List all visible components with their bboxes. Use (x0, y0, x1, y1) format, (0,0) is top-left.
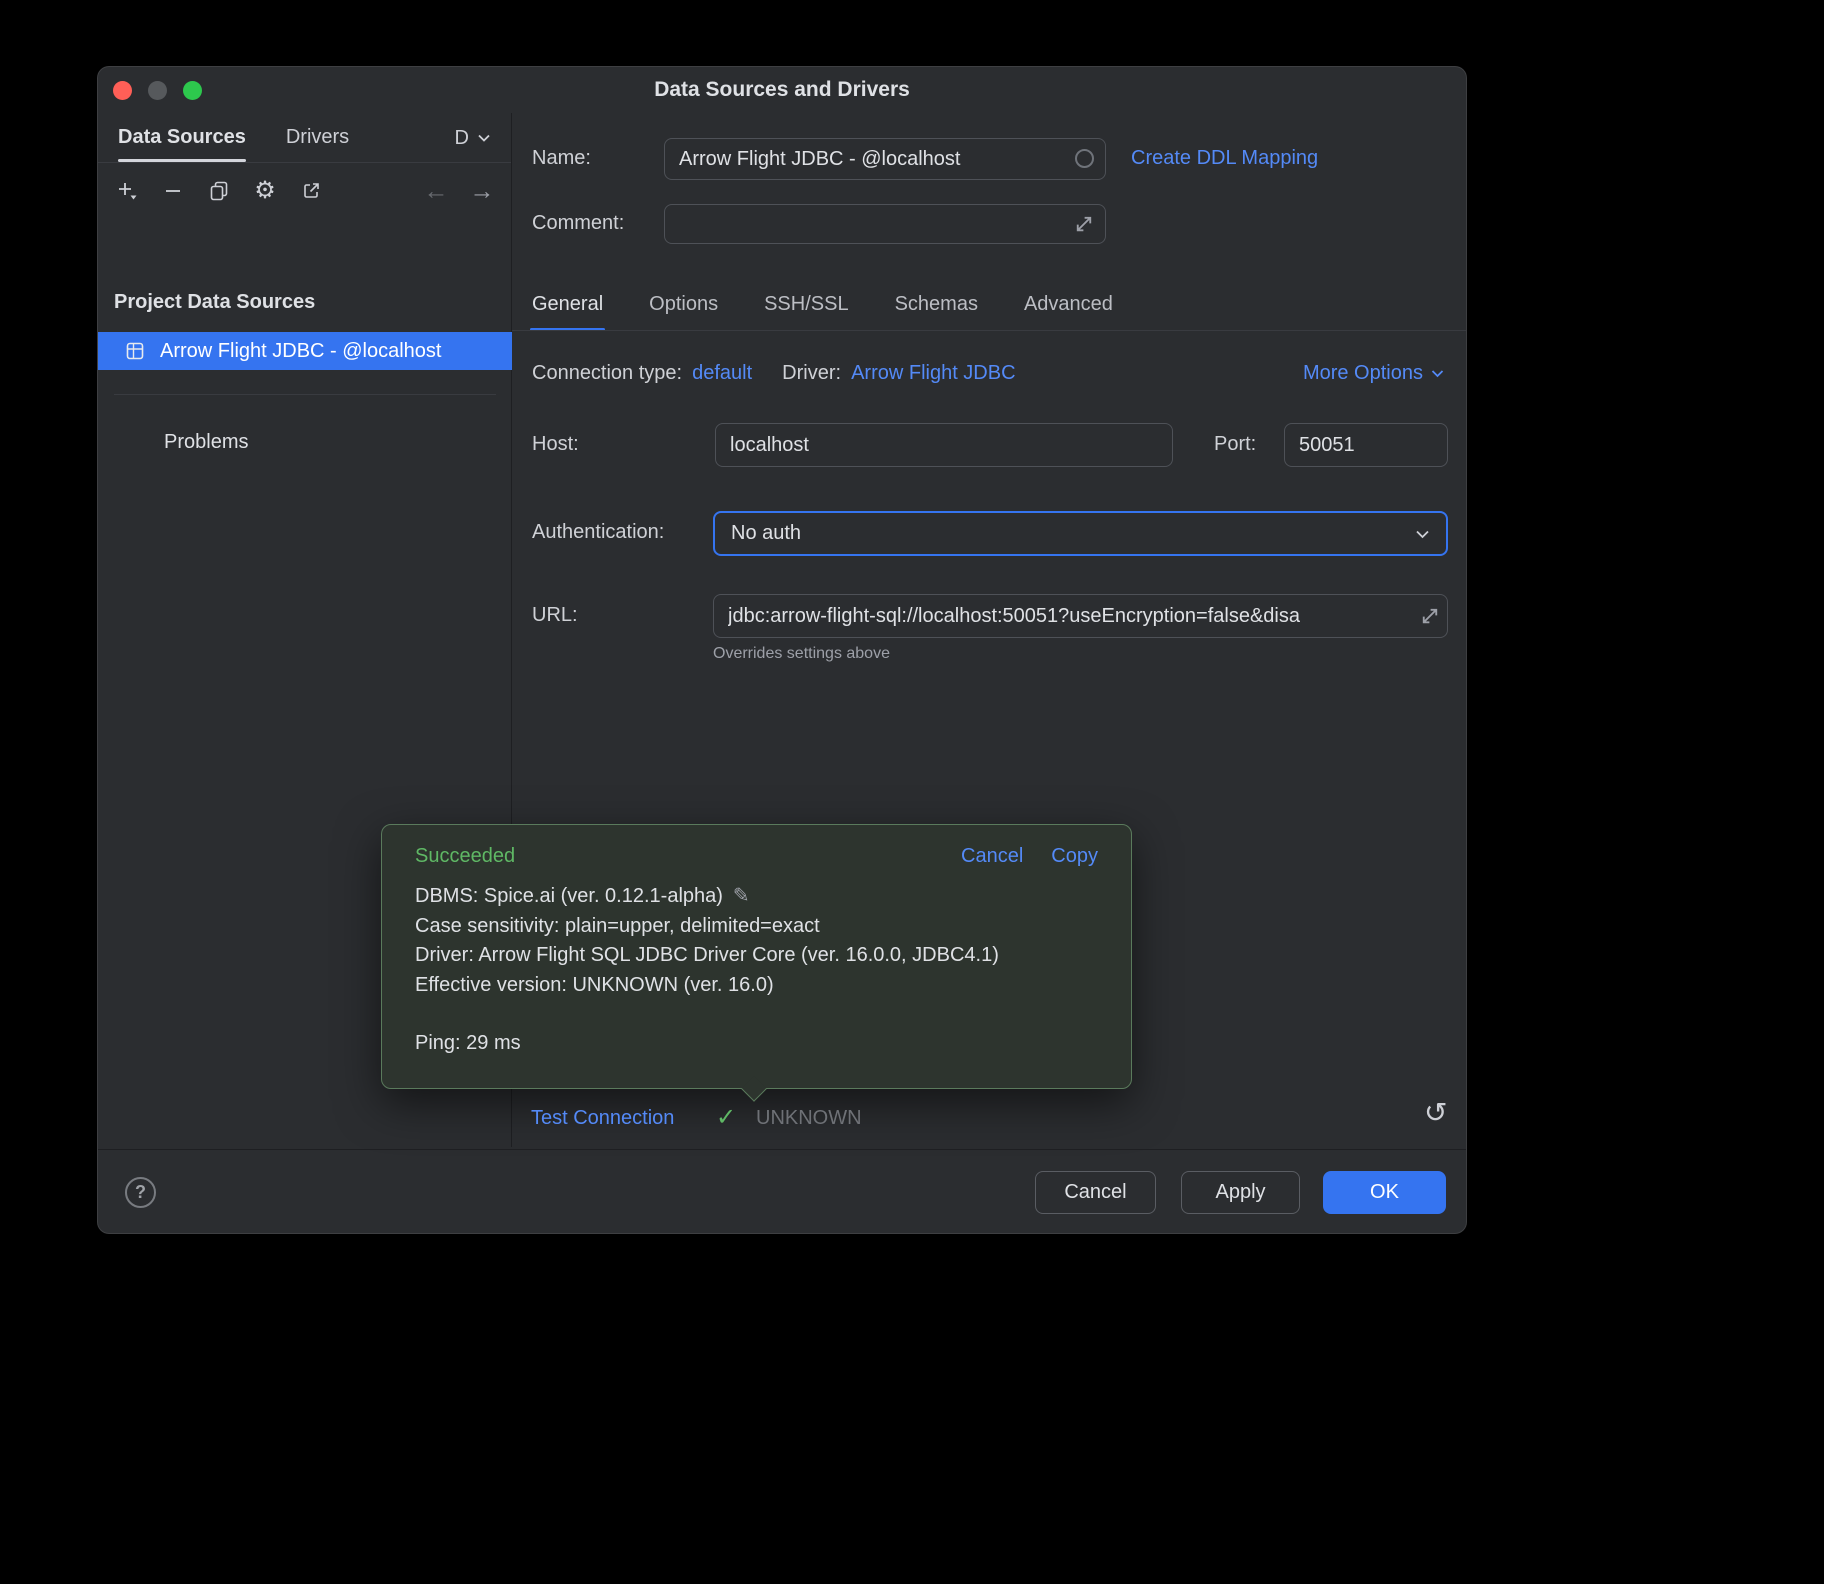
chevron-down-icon (1431, 369, 1444, 378)
cancel-button[interactable]: Cancel (1035, 1171, 1156, 1214)
url-label: URL: (532, 604, 578, 627)
settings-tabs: General Options SSH/SSL Schemas Advanced (532, 281, 1113, 331)
titlebar[interactable]: Data Sources and Drivers (98, 67, 1466, 113)
more-options-button[interactable]: More Options (1303, 362, 1444, 385)
driver-value[interactable]: Arrow Flight JDBC (851, 362, 1015, 385)
host-label: Host: (532, 433, 579, 456)
popup-spacer (415, 1000, 1098, 1029)
ping-line: Ping: 29 ms (415, 1029, 1098, 1059)
comment-input[interactable] (664, 204, 1106, 244)
test-connection-popup: Succeeded Cancel Copy DBMS: Spice.ai (ve… (381, 824, 1132, 1089)
tab-schemas[interactable]: Schemas (895, 281, 978, 331)
connection-type-label: Connection type: (532, 362, 682, 385)
popup-copy-link[interactable]: Copy (1051, 845, 1098, 868)
footer-divider (98, 1149, 1466, 1150)
plus-icon (116, 180, 138, 202)
url-input[interactable] (713, 594, 1448, 638)
project-data-sources-header: Project Data Sources (114, 291, 315, 314)
window-title: Data Sources and Drivers (98, 67, 1466, 113)
help-button[interactable]: ? (125, 1177, 156, 1208)
name-label: Name: (532, 147, 591, 170)
tab-drivers[interactable]: Drivers (286, 113, 349, 162)
port-input[interactable] (1284, 423, 1448, 467)
sidebar-toolbar: ⚙ ← → (108, 171, 501, 211)
loading-ring-icon (1075, 149, 1094, 168)
connection-type-row: Connection type: default Driver: Arrow F… (532, 359, 1444, 387)
status-succeeded: Succeeded (415, 845, 515, 868)
arrow-right-icon: → (470, 179, 495, 204)
tab-overflow[interactable]: D (455, 113, 491, 162)
ok-button[interactable]: OK (1323, 1171, 1446, 1214)
driver-line: Driver: Arrow Flight SQL JDBC Driver Cor… (415, 941, 1098, 971)
host-input[interactable] (715, 423, 1173, 467)
arrow-left-icon: ← (424, 179, 449, 204)
url-hint: Overrides settings above (713, 645, 890, 663)
authentication-value: No auth (731, 522, 801, 545)
popup-notch (741, 1076, 766, 1101)
add-button[interactable] (108, 174, 146, 208)
duplicate-button[interactable] (200, 174, 238, 208)
authentication-label: Authentication: (532, 521, 664, 544)
check-icon: ✓ (716, 1103, 736, 1132)
desktop: { "window": { "title": "Data Sources and… (0, 0, 1824, 1584)
expand-comment-icon[interactable] (1074, 214, 1094, 234)
data-sources-dialog: Data Sources and Drivers Data Sources Dr… (97, 66, 1467, 1234)
tab-ssh-ssl[interactable]: SSH/SSL (764, 281, 848, 331)
open-in-new-icon (300, 180, 322, 202)
revert-icon[interactable]: ↺ (1424, 1099, 1447, 1127)
driver-label: Driver: (782, 362, 841, 385)
popup-cancel-link[interactable]: Cancel (961, 845, 1023, 868)
name-input[interactable] (664, 138, 1106, 180)
minus-icon (162, 180, 184, 202)
more-options-label: More Options (1303, 362, 1423, 385)
chevron-down-icon (477, 133, 491, 143)
authentication-select[interactable]: No auth (713, 511, 1448, 556)
comment-label: Comment: (532, 212, 624, 235)
back-button[interactable]: ← (417, 174, 455, 208)
sidebar-item-arrow-flight-jdbc[interactable]: Arrow Flight JDBC - @localhost (98, 332, 512, 370)
tab-overflow-label: D (455, 114, 469, 162)
tab-data-sources[interactable]: Data Sources (118, 113, 246, 162)
open-in-new-button[interactable] (292, 174, 330, 208)
expand-url-icon[interactable] (1420, 606, 1440, 626)
tabs-divider (512, 330, 1466, 331)
tab-options[interactable]: Options (649, 281, 718, 331)
edit-pencil-icon[interactable]: ✎ (733, 885, 750, 907)
forward-button[interactable]: → (463, 174, 501, 208)
create-ddl-mapping-link[interactable]: Create DDL Mapping (1131, 147, 1318, 170)
data-source-icon (124, 340, 146, 362)
settings-button[interactable]: ⚙ (246, 174, 284, 208)
tab-general[interactable]: General (532, 281, 603, 331)
tab-advanced[interactable]: Advanced (1024, 281, 1113, 331)
connection-status-text: UNKNOWN (756, 1107, 862, 1130)
case-sensitivity-line: Case sensitivity: plain=upper, delimited… (415, 912, 1098, 942)
port-label: Port: (1214, 433, 1256, 456)
dbms-line: DBMS: Spice.ai (ver. 0.12.1-alpha) (415, 885, 723, 907)
popup-actions: Cancel Copy (961, 845, 1098, 868)
gear-icon: ⚙ (254, 179, 276, 203)
connection-type-value[interactable]: default (692, 362, 752, 385)
sidebar-item-problems[interactable]: Problems (164, 431, 248, 454)
copy-icon (208, 180, 230, 202)
sidebar-item-label: Arrow Flight JDBC - @localhost (160, 340, 441, 363)
sidebar-tabs: Data Sources Drivers D (98, 113, 511, 163)
sidebar-divider (114, 394, 496, 395)
apply-button[interactable]: Apply (1181, 1171, 1300, 1214)
popup-header: Succeeded Cancel Copy (415, 845, 1098, 868)
chevron-down-icon (1415, 529, 1430, 539)
remove-button[interactable] (154, 174, 192, 208)
dbms-line-row: DBMS: Spice.ai (ver. 0.12.1-alpha) ✎ (415, 882, 1098, 912)
effective-version-line: Effective version: UNKNOWN (ver. 16.0) (415, 971, 1098, 1001)
test-connection-link[interactable]: Test Connection (531, 1107, 674, 1130)
popup-body: DBMS: Spice.ai (ver. 0.12.1-alpha) ✎ Case… (415, 882, 1098, 1059)
